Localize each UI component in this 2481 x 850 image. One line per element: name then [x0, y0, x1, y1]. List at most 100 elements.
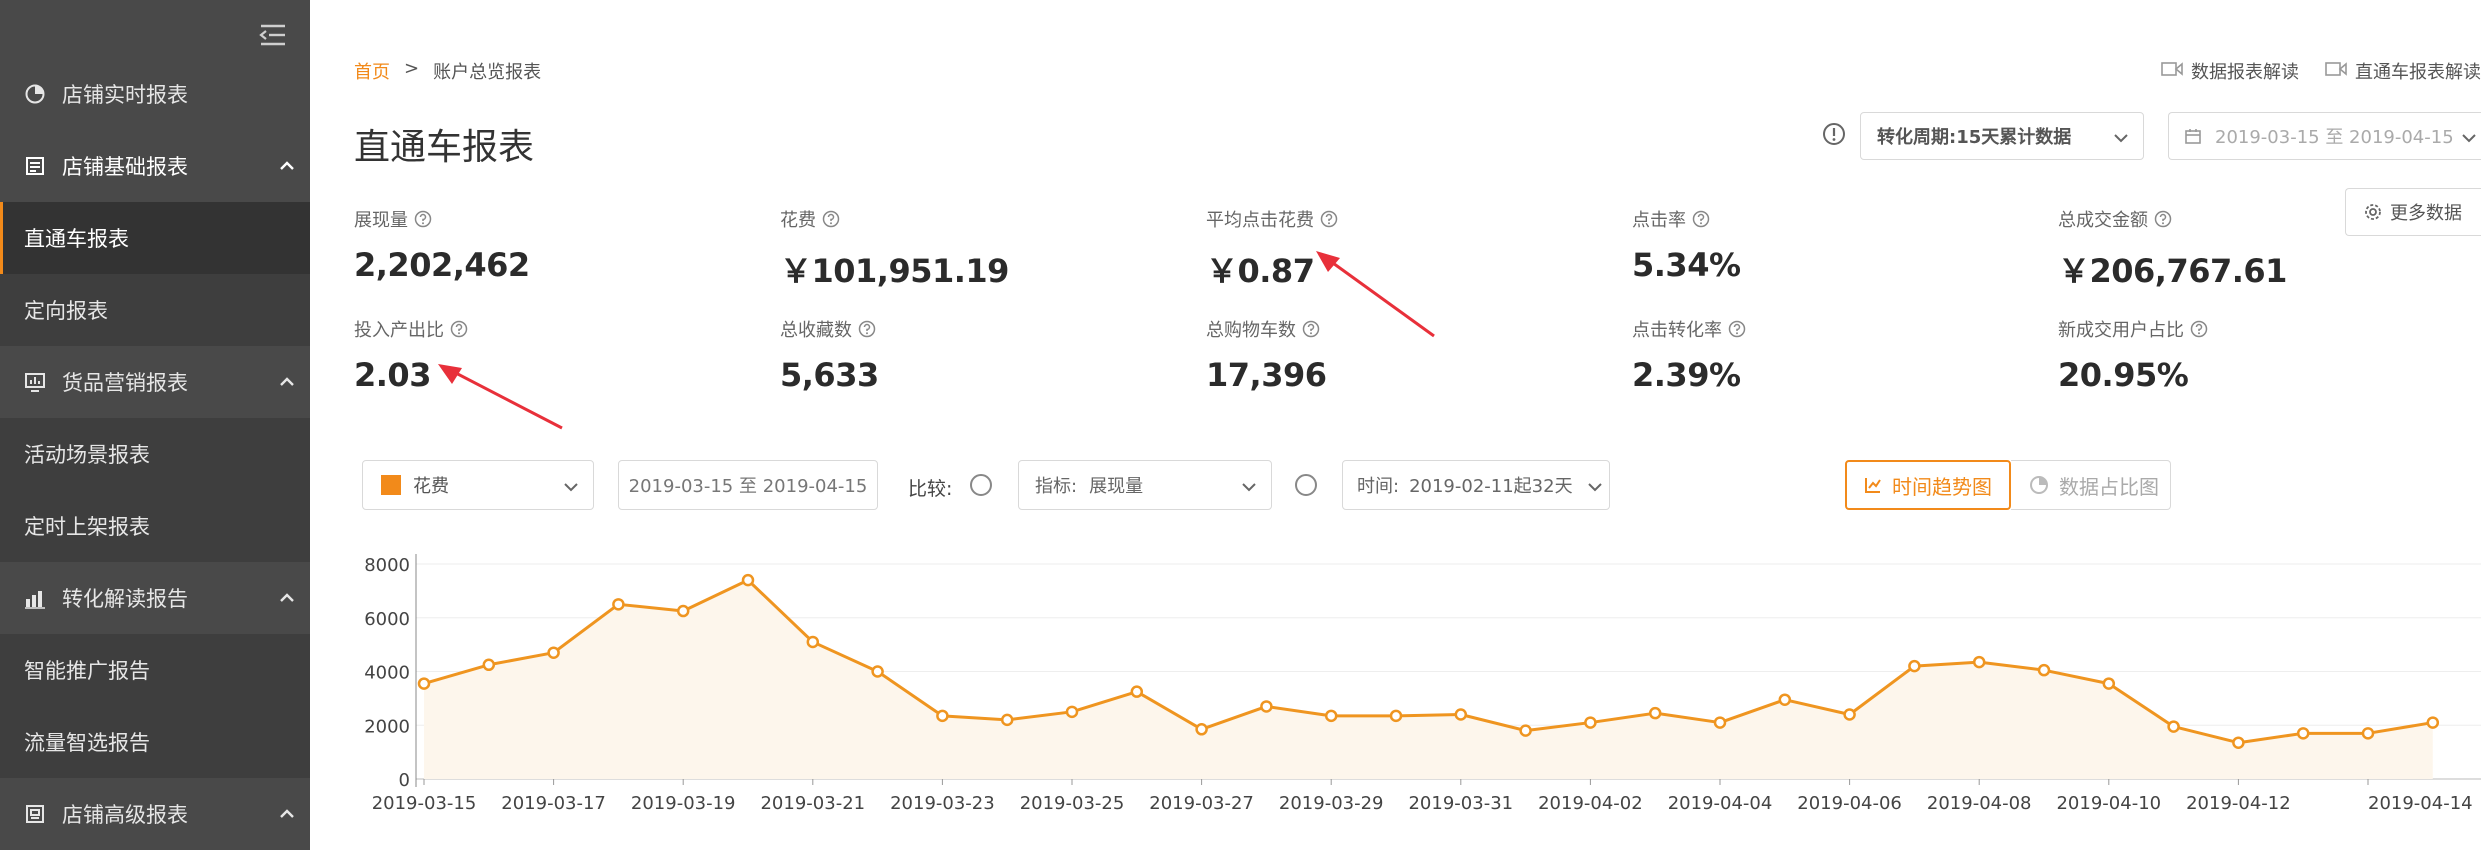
metric-card: 总购物车数 17,396: [1206, 316, 1327, 394]
sidebar-item-conversion-report[interactable]: 转化解读报告: [0, 562, 310, 634]
metric-label: 点击率: [1632, 206, 1741, 232]
sidebar-item-label: 直通车报表: [24, 227, 129, 251]
report-guide-link[interactable]: 数据报表解读: [2161, 58, 2299, 84]
pie-clock-icon: [24, 83, 46, 105]
chevron-down-icon: [563, 478, 579, 492]
share-chart-button[interactable]: 数据占比图: [2011, 460, 2171, 510]
metric-card: 总收藏数 5,633: [780, 316, 879, 394]
help-icon[interactable]: [1728, 320, 1746, 338]
sidebar-item-basic-reports[interactable]: 店铺基础报表: [0, 130, 310, 202]
metric-value: 20.95%: [2058, 356, 2189, 394]
collapse-menu-icon[interactable]: [258, 22, 288, 48]
conversion-period-select[interactable]: 转化周期:15天累计数据: [1860, 112, 2144, 160]
data-point: [806, 635, 820, 649]
metric-value: ￥0.87: [1206, 252, 1315, 290]
time-value: 2019-02-11起32天: [1409, 476, 1573, 497]
sidebar-item-label: 转化解读报告: [62, 587, 188, 611]
breadcrumb-separator: >: [404, 58, 420, 79]
area-fill: [424, 580, 2433, 779]
trend-chart-button[interactable]: 时间趋势图: [1845, 460, 2011, 510]
chevron-up-icon: [278, 372, 296, 390]
report-guide-label: 数据报表解读: [2191, 62, 2299, 83]
trend-chart-label: 时间趋势图: [1892, 474, 1992, 499]
sidebar-item-smart-promo[interactable]: 智能推广报告: [0, 634, 310, 706]
chart-metric-value: 花费: [413, 476, 449, 497]
data-point: [1000, 713, 1014, 727]
sidebar-item-targeting-report[interactable]: 定向报表: [0, 274, 310, 346]
help-icon[interactable]: [822, 210, 840, 228]
breadcrumb-home-link[interactable]: 首页: [354, 58, 390, 84]
indicator-value: 展现量: [1089, 476, 1144, 497]
sidebar-item-ztc-report[interactable]: 直通车报表: [0, 202, 310, 274]
share-chart-label: 数据占比图: [2059, 474, 2159, 499]
metric-card: 点击转化率 2.39%: [1632, 316, 1746, 394]
chevron-up-icon: [278, 156, 296, 174]
x-tick-label: 2019-03-29: [1279, 793, 1384, 814]
breadcrumb-current: 账户总览报表: [433, 62, 542, 83]
more-data-button[interactable]: 更多数据: [2345, 188, 2481, 236]
help-icon[interactable]: [2190, 320, 2208, 338]
y-tick-label: 0: [399, 770, 410, 791]
date-range-picker[interactable]: 2019-03-15 至 2019-04-15: [2168, 112, 2481, 160]
ztc-guide-label: 直通车报表解读: [2355, 62, 2481, 83]
metric-label-text: 总成交金额: [2058, 210, 2148, 231]
metric-label: 总购物车数: [1206, 316, 1326, 342]
data-point: [1065, 705, 1079, 719]
video-icon: [2325, 61, 2347, 82]
ztc-guide-link[interactable]: 直通车报表解读: [2325, 58, 2481, 84]
sidebar-item-activity-report[interactable]: 活动场景报表: [0, 418, 310, 490]
metric-label-text: 花费: [780, 210, 816, 231]
metric-label: 花费: [780, 206, 1009, 232]
help-icon[interactable]: [450, 320, 468, 338]
series-color-swatch: [381, 475, 401, 495]
compare-time-radio[interactable]: [1295, 474, 1317, 496]
x-tick-label: 2019-03-31: [1408, 793, 1513, 814]
metric-label: 新成交用户占比: [2058, 316, 2208, 342]
x-tick-label: 2019-03-25: [1020, 793, 1125, 814]
x-tick-label: 2019-03-27: [1149, 793, 1254, 814]
metric-value: 5.34%: [1632, 246, 1741, 284]
indicator-select[interactable]: 指标: 展现量: [1018, 460, 1272, 510]
sidebar-item-traffic-select[interactable]: 流量智选报告: [0, 706, 310, 778]
sidebar-item-realtime[interactable]: 店铺实时报表: [0, 58, 310, 130]
sidebar-item-scheduled-listing[interactable]: 定时上架报表: [0, 490, 310, 562]
sidebar-item-goods-marketing[interactable]: 货品营销报表: [0, 346, 310, 418]
chart-date-range[interactable]: 2019-03-15 至 2019-04-15: [618, 460, 878, 510]
line-chart-icon: [1864, 476, 1882, 494]
data-point: [482, 658, 496, 672]
sidebar-item-label: 定向报表: [24, 299, 108, 323]
help-icon[interactable]: [858, 320, 876, 338]
more-data-label: 更多数据: [2390, 203, 2462, 224]
data-point: [2296, 727, 2310, 740]
metric-label-text: 平均点击花费: [1206, 210, 1314, 231]
help-icon[interactable]: [414, 210, 432, 228]
metric-label: 总收藏数: [780, 316, 879, 342]
x-tick-label: 2019-04-02: [1538, 793, 1643, 814]
sidebar-item-advanced-reports[interactable]: 店铺高级报表: [0, 778, 310, 850]
data-point: [2037, 663, 2051, 677]
sidebar-item-label: 活动场景报表: [24, 443, 150, 467]
x-tick-label: 2019-03-23: [890, 793, 995, 814]
y-tick-label: 2000: [364, 716, 410, 737]
x-tick-label: 2019-03-19: [631, 793, 736, 814]
compare-indicator-radio[interactable]: [970, 474, 992, 496]
info-icon[interactable]: [1822, 122, 1846, 146]
help-icon[interactable]: [1302, 320, 1320, 338]
metric-value: ￥101,951.19: [780, 252, 1009, 290]
data-point: [1843, 708, 1856, 721]
chart-metric-select[interactable]: 花费: [362, 460, 594, 510]
help-icon[interactable]: [2154, 210, 2172, 228]
metric-label: 投入产出比: [354, 316, 468, 342]
metric-card: 新成交用户占比 20.95%: [2058, 316, 2208, 394]
metric-value: 2.39%: [1632, 356, 1741, 394]
help-icon[interactable]: [1320, 210, 1338, 228]
data-point: [1260, 700, 1273, 713]
monitor-chart-icon: [24, 371, 46, 393]
metric-card: 花费 ￥101,951.19: [780, 206, 1009, 292]
x-tick-label: 2019-04-08: [1927, 793, 2032, 814]
compare-time-select[interactable]: 时间: 2019-02-11起32天: [1342, 460, 1610, 510]
help-icon[interactable]: [1692, 210, 1710, 228]
gear-icon: [2364, 203, 2382, 221]
indicator-label: 指标:: [1035, 476, 1078, 497]
metric-label: 展现量: [354, 206, 530, 232]
